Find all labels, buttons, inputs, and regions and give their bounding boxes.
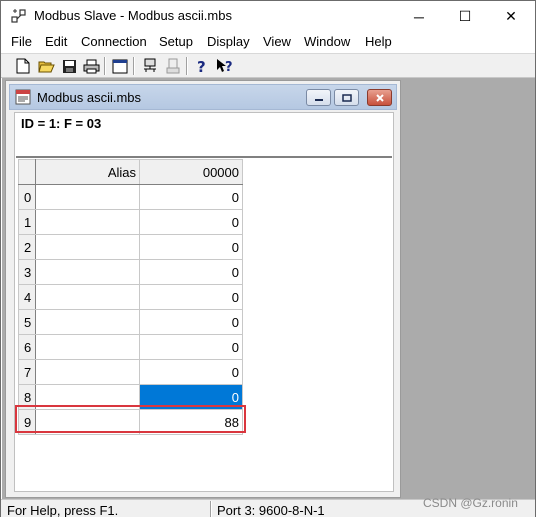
- row-header[interactable]: 2: [18, 234, 36, 260]
- value-cell[interactable]: 0: [139, 209, 243, 235]
- window-title: Modbus Slave - Modbus ascii.mbs: [34, 8, 232, 23]
- window-icon[interactable]: [110, 56, 130, 76]
- title-bar: Modbus Slave - Modbus ascii.mbs ─ ☐ ✕: [1, 1, 535, 32]
- maximize-button[interactable]: ☐: [442, 1, 488, 32]
- grid-row: 10: [18, 209, 243, 235]
- document-title: Modbus ascii.mbs: [37, 90, 142, 105]
- register-table: Alias 00000 0 0 1 0 2 0 3 0 4 0 5 0 6 0 7 0 8 0 9 88: [18, 159, 243, 435]
- menu-file[interactable]: File: [11, 34, 32, 49]
- toolbar-separator: [104, 57, 106, 75]
- minimize-button[interactable]: ─: [396, 1, 442, 32]
- alias-cell[interactable]: [35, 284, 140, 310]
- save-icon[interactable]: [59, 56, 79, 76]
- value-cell[interactable]: 0: [139, 334, 243, 360]
- document-window: Modbus ascii.mbs ID = 1: F = 03 Alias 00…: [5, 80, 401, 498]
- status-port-text: Port 3: 9600-8-N-1: [217, 503, 325, 517]
- grid-row: 20: [18, 234, 243, 260]
- row-header[interactable]: 7: [18, 359, 36, 385]
- status-help-text: For Help, press F1.: [7, 503, 119, 517]
- grid-row: 30: [18, 259, 243, 285]
- alias-cell[interactable]: [35, 309, 140, 335]
- alias-cell[interactable]: [35, 184, 140, 210]
- grid-row: 50: [18, 309, 243, 335]
- print-icon[interactable]: [81, 56, 101, 76]
- toolbar: ? ?: [1, 53, 535, 78]
- alias-column-header[interactable]: Alias: [35, 159, 140, 185]
- menu-help[interactable]: Help: [365, 34, 392, 49]
- svg-text:?: ?: [225, 60, 233, 74]
- alias-cell[interactable]: [35, 234, 140, 260]
- alias-cell[interactable]: [35, 209, 140, 235]
- menu-edit[interactable]: Edit: [45, 34, 67, 49]
- menu-connection[interactable]: Connection: [81, 34, 147, 49]
- grid-row: 40: [18, 284, 243, 310]
- context-help-icon[interactable]: ?: [215, 56, 235, 76]
- row-header[interactable]: 3: [18, 259, 36, 285]
- value-cell[interactable]: 0: [139, 259, 243, 285]
- row-header[interactable]: 0: [18, 184, 36, 210]
- menu-display[interactable]: Display: [207, 34, 250, 49]
- alias-cell[interactable]: [35, 259, 140, 285]
- grid-row: 00: [18, 184, 243, 210]
- open-icon[interactable]: [36, 56, 56, 76]
- grid-header-row: Alias 00000: [18, 159, 243, 185]
- toolbar-separator: [186, 57, 188, 75]
- status-divider: [210, 501, 212, 517]
- watermark-text: CSDN @Gz.ronin: [423, 496, 518, 510]
- slave-id-function-label: ID = 1: F = 03: [21, 116, 102, 131]
- alias-cell[interactable]: [35, 334, 140, 360]
- mdi-client-area: Modbus ascii.mbs ID = 1: F = 03 Alias 00…: [2, 78, 535, 499]
- alias-cell[interactable]: [35, 359, 140, 385]
- disconnect-icon[interactable]: [163, 56, 183, 76]
- document-restore-button[interactable]: [334, 89, 359, 106]
- menu-window[interactable]: Window: [304, 34, 350, 49]
- register-grid[interactable]: Alias 00000 0 0 1 0 2 0 3 0 4 0 5 0 6 0 7 0 8 0 9 88: [16, 156, 392, 489]
- document-icon: [15, 89, 31, 105]
- grid-row: 60: [18, 334, 243, 360]
- grid-corner: [18, 159, 36, 185]
- document-minimize-button[interactable]: [306, 89, 331, 106]
- row-header[interactable]: 5: [18, 309, 36, 335]
- menu-view[interactable]: View: [263, 34, 291, 49]
- row-header[interactable]: 6: [18, 334, 36, 360]
- value-cell[interactable]: 0: [139, 284, 243, 310]
- value-cell[interactable]: 0: [139, 234, 243, 260]
- svg-text:?: ?: [197, 58, 206, 74]
- menu-bar: File Edit Connection Setup Display View …: [1, 32, 535, 53]
- value-cell[interactable]: 0: [139, 184, 243, 210]
- modbus-slave-icon: [11, 8, 27, 24]
- menu-setup[interactable]: Setup: [159, 34, 193, 49]
- main-window: Modbus Slave - Modbus ascii.mbs ─ ☐ ✕ Fi…: [0, 0, 536, 517]
- new-icon[interactable]: [13, 56, 33, 76]
- toolbar-separator: [133, 57, 135, 75]
- document-close-button[interactable]: [367, 89, 392, 106]
- document-client: ID = 1: F = 03 Alias 00000 0010203040506…: [14, 112, 394, 492]
- document-title-bar: Modbus ascii.mbs: [9, 84, 397, 110]
- value-cell[interactable]: 0: [139, 359, 243, 385]
- connect-icon[interactable]: [140, 56, 160, 76]
- row-header[interactable]: 4: [18, 284, 36, 310]
- row-header[interactable]: 1: [18, 209, 36, 235]
- value-cell[interactable]: 0: [139, 309, 243, 335]
- grid-row: 70: [18, 359, 243, 385]
- address-column-header[interactable]: 00000: [139, 159, 243, 185]
- close-button[interactable]: ✕: [488, 1, 534, 32]
- highlight-annotation-box: [15, 405, 246, 433]
- help-icon[interactable]: ?: [192, 56, 212, 76]
